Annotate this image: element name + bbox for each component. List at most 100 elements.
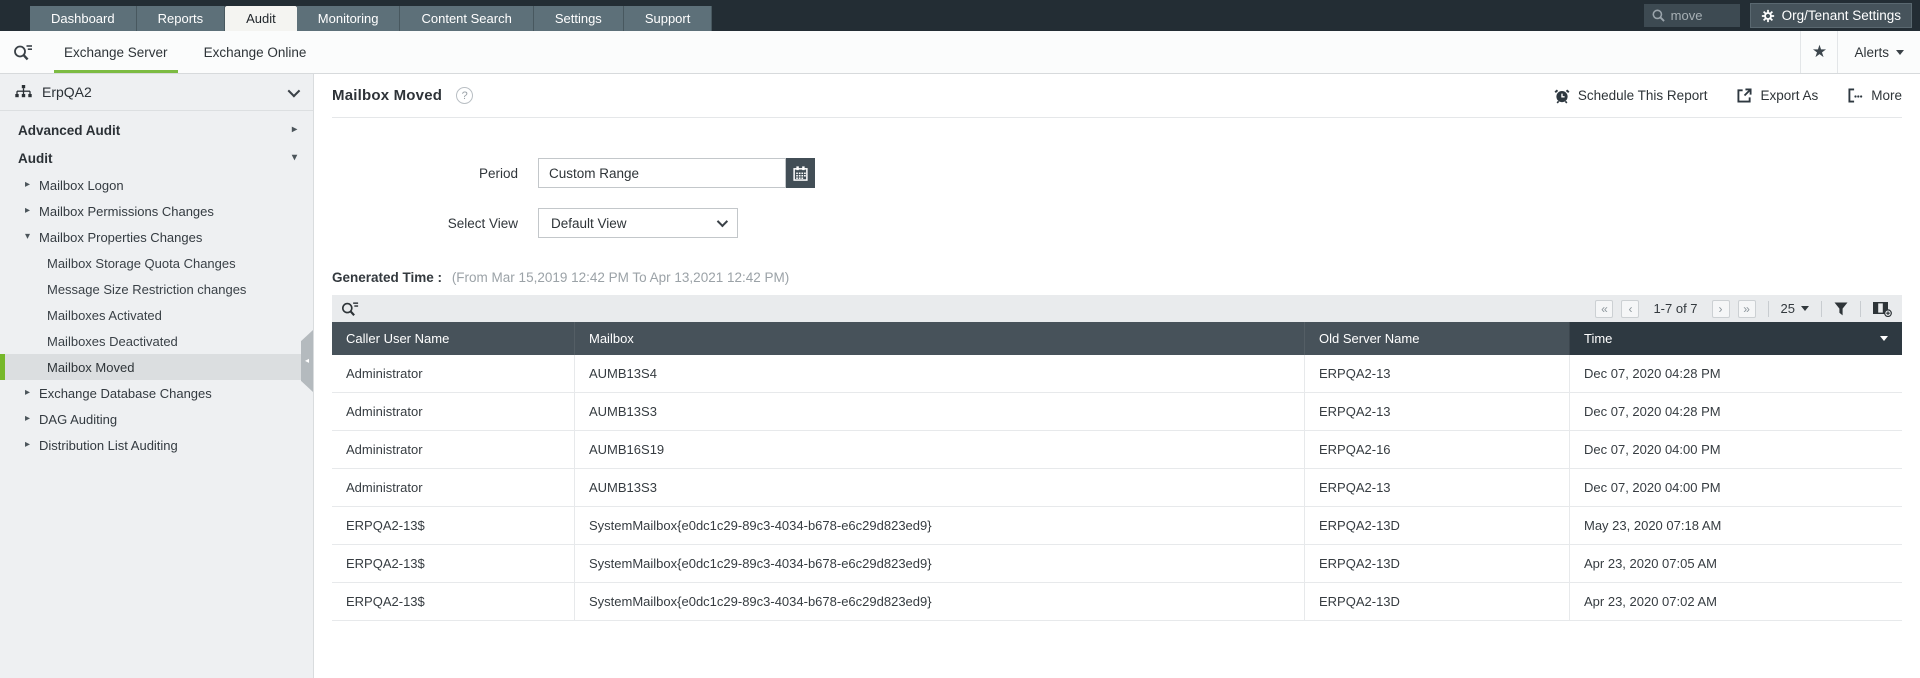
tab-audit[interactable]: Audit	[225, 6, 297, 31]
export-as-label: Export As	[1760, 88, 1819, 103]
next-page-button[interactable]: ›	[1711, 299, 1730, 318]
chevron-down-icon: ▾	[25, 231, 31, 242]
calendar-button[interactable]	[786, 158, 815, 188]
cell-time: Dec 07, 2020 04:28 PM	[1569, 393, 1902, 430]
sidebar-item-mailboxes-deactivated[interactable]: Mailboxes Deactivated	[0, 328, 313, 354]
column-header-time[interactable]: Time	[1569, 322, 1902, 355]
sub-navigation-bar: Exchange Server Exchange Online ★ Alerts	[0, 31, 1920, 74]
add-column-icon	[1873, 301, 1892, 317]
calendar-icon	[793, 165, 808, 181]
separator	[1821, 300, 1822, 317]
top-navigation-bar: Dashboard Reports Audit Monitoring Conte…	[0, 0, 1920, 31]
page-layout: ErpQA2 Advanced Audit ▸ Audit ▾ ▸ Mailbo…	[0, 74, 1920, 678]
separator	[1767, 300, 1769, 317]
org-tenant-settings-button[interactable]: Org/Tenant Settings	[1749, 3, 1912, 28]
sidebar-item-mailboxes-activated[interactable]: Mailboxes Activated	[0, 302, 313, 328]
sidebar-item-mailbox-moved[interactable]: Mailbox Moved	[0, 354, 313, 380]
table-row[interactable]: ERPQA2-13$ SystemMailbox{e0dc1c29-89c3-4…	[332, 545, 1902, 583]
tab-reports[interactable]: Reports	[136, 6, 226, 31]
report-search-button[interactable]	[0, 31, 46, 73]
sidebar-item-mailbox-storage-quota-changes[interactable]: Mailbox Storage Quota Changes	[0, 250, 313, 276]
sidebar-item-mailbox-permissions-changes[interactable]: ▸ Mailbox Permissions Changes	[0, 198, 313, 224]
topnav-right-area: Org/Tenant Settings	[1643, 0, 1920, 31]
sidebar-item-label: Mailbox Moved	[47, 359, 135, 375]
chevron-down-icon	[1896, 49, 1904, 55]
generated-time: Generated Time : (From Mar 15,2019 12:42…	[332, 270, 1902, 285]
global-search-box[interactable]	[1643, 4, 1740, 27]
column-chooser-button[interactable]	[1873, 301, 1892, 317]
chevron-right-icon: ▸	[25, 413, 31, 424]
table-row[interactable]: Administrator AUMB13S3 ERPQA2-13 Dec 07,…	[332, 393, 1902, 431]
export-as-button[interactable]: Export As	[1737, 88, 1818, 103]
help-icon[interactable]: ?	[456, 87, 474, 104]
more-button[interactable]: More	[1848, 88, 1902, 103]
top-nav-tabs: Dashboard Reports Audit Monitoring Conte…	[30, 6, 713, 31]
table-search-button[interactable]	[341, 301, 359, 317]
table-header-row: Caller User Name Mailbox Old Server Name…	[332, 322, 1902, 355]
tab-exchange-server[interactable]: Exchange Server	[46, 31, 186, 73]
table-row[interactable]: Administrator AUMB13S3 ERPQA2-13 Dec 07,…	[332, 469, 1902, 507]
table-row[interactable]: Administrator AUMB16S19 ERPQA2-16 Dec 07…	[332, 431, 1902, 469]
exchange-tabs: Exchange Server Exchange Online	[46, 31, 324, 73]
previous-page-button[interactable]: ‹	[1621, 299, 1640, 318]
chevron-right-icon: ▸	[25, 439, 31, 450]
schedule-report-button[interactable]: Schedule This Report	[1554, 88, 1708, 104]
tab-support[interactable]: Support	[623, 6, 713, 31]
tab-label: Monitoring	[317, 11, 379, 26]
table-toolbar: « ‹ 1-7 of 7 › » 25	[332, 295, 1902, 322]
gear-icon	[1761, 9, 1774, 22]
tab-settings[interactable]: Settings	[533, 6, 624, 31]
period-input[interactable]	[538, 158, 786, 188]
chevron-right-icon: ▸	[25, 179, 31, 190]
first-page-button[interactable]: «	[1595, 299, 1614, 318]
table-row[interactable]: Administrator AUMB13S4 ERPQA2-13 Dec 07,…	[332, 355, 1902, 393]
sidebar-item-dag-auditing[interactable]: ▸ DAG Auditing	[0, 406, 313, 432]
generated-time-range: (From Mar 15,2019 12:42 PM To Apr 13,202…	[451, 270, 790, 285]
search-input[interactable]	[1670, 8, 1731, 23]
tab-monitoring[interactable]: Monitoring	[296, 6, 401, 31]
select-view-row: Select View Default View	[332, 208, 1902, 238]
sidebar-item-label: Mailbox Logon	[39, 177, 124, 193]
column-header-mailbox[interactable]: Mailbox	[574, 322, 1304, 355]
cell-mailbox: SystemMailbox{e0dc1c29-89c3-4034-b678-e6…	[574, 583, 1304, 620]
sidebar-item-distribution-list-auditing[interactable]: ▸ Distribution List Auditing	[0, 432, 313, 458]
favorites-button[interactable]: ★	[1800, 31, 1839, 73]
view-select[interactable]: Default View	[538, 208, 738, 238]
tab-label: Content Search	[421, 11, 512, 26]
pagination-range: 1-7 of 7	[1653, 301, 1698, 316]
alerts-dropdown[interactable]: Alerts	[1838, 31, 1920, 73]
tab-label: Exchange Server	[64, 44, 168, 60]
sidebar-item-mailbox-properties-changes[interactable]: ▾ Mailbox Properties Changes	[0, 224, 313, 250]
cell-old-server-name: ERPQA2-13D	[1304, 583, 1569, 620]
tab-label: Exchange Online	[203, 44, 307, 60]
sidebar-item-label: DAG Auditing	[39, 411, 118, 427]
chevron-right-icon: ▸	[25, 205, 31, 216]
tab-exchange-online[interactable]: Exchange Online	[186, 31, 325, 73]
sidebar-item-label: Mailboxes Activated	[47, 307, 162, 323]
report-actions: Schedule This Report Export As More	[1554, 88, 1902, 104]
cell-old-server-name: ERPQA2-13	[1304, 393, 1569, 430]
sidebar-item-mailbox-logon[interactable]: ▸ Mailbox Logon	[0, 172, 313, 198]
column-header-label: Time	[1584, 331, 1613, 346]
sort-descending-icon[interactable]	[1880, 336, 1888, 341]
select-view-label: Select View	[447, 215, 518, 231]
tab-dashboard[interactable]: Dashboard	[30, 6, 137, 31]
tab-label: Dashboard	[51, 11, 115, 26]
sidebar-item-audit[interactable]: Audit ▾	[0, 144, 313, 172]
sidebar-item-advanced-audit[interactable]: Advanced Audit ▸	[0, 116, 313, 144]
last-page-button[interactable]: »	[1737, 299, 1756, 318]
column-header-old-server-name[interactable]: Old Server Name	[1304, 322, 1569, 355]
schedule-report-label: Schedule This Report	[1577, 88, 1708, 103]
org-hierarchy-icon	[15, 85, 32, 98]
column-header-caller-user-name[interactable]: Caller User Name	[332, 322, 574, 355]
table-row[interactable]: ERPQA2-13$ SystemMailbox{e0dc1c29-89c3-4…	[332, 507, 1902, 545]
page-size-dropdown[interactable]: 25	[1781, 301, 1809, 316]
period-label: Period	[478, 165, 518, 181]
pagination: « ‹ 1-7 of 7 › » 25	[1595, 299, 1892, 318]
sidebar-item-exchange-database-changes[interactable]: ▸ Exchange Database Changes	[0, 380, 313, 406]
sidebar-item-message-size-restriction-changes[interactable]: Message Size Restriction changes	[0, 276, 313, 302]
org-selector[interactable]: ErpQA2	[0, 74, 313, 111]
tab-content-search[interactable]: Content Search	[400, 6, 534, 31]
table-row[interactable]: ERPQA2-13$ SystemMailbox{e0dc1c29-89c3-4…	[332, 583, 1902, 621]
filter-button[interactable]	[1834, 302, 1848, 316]
